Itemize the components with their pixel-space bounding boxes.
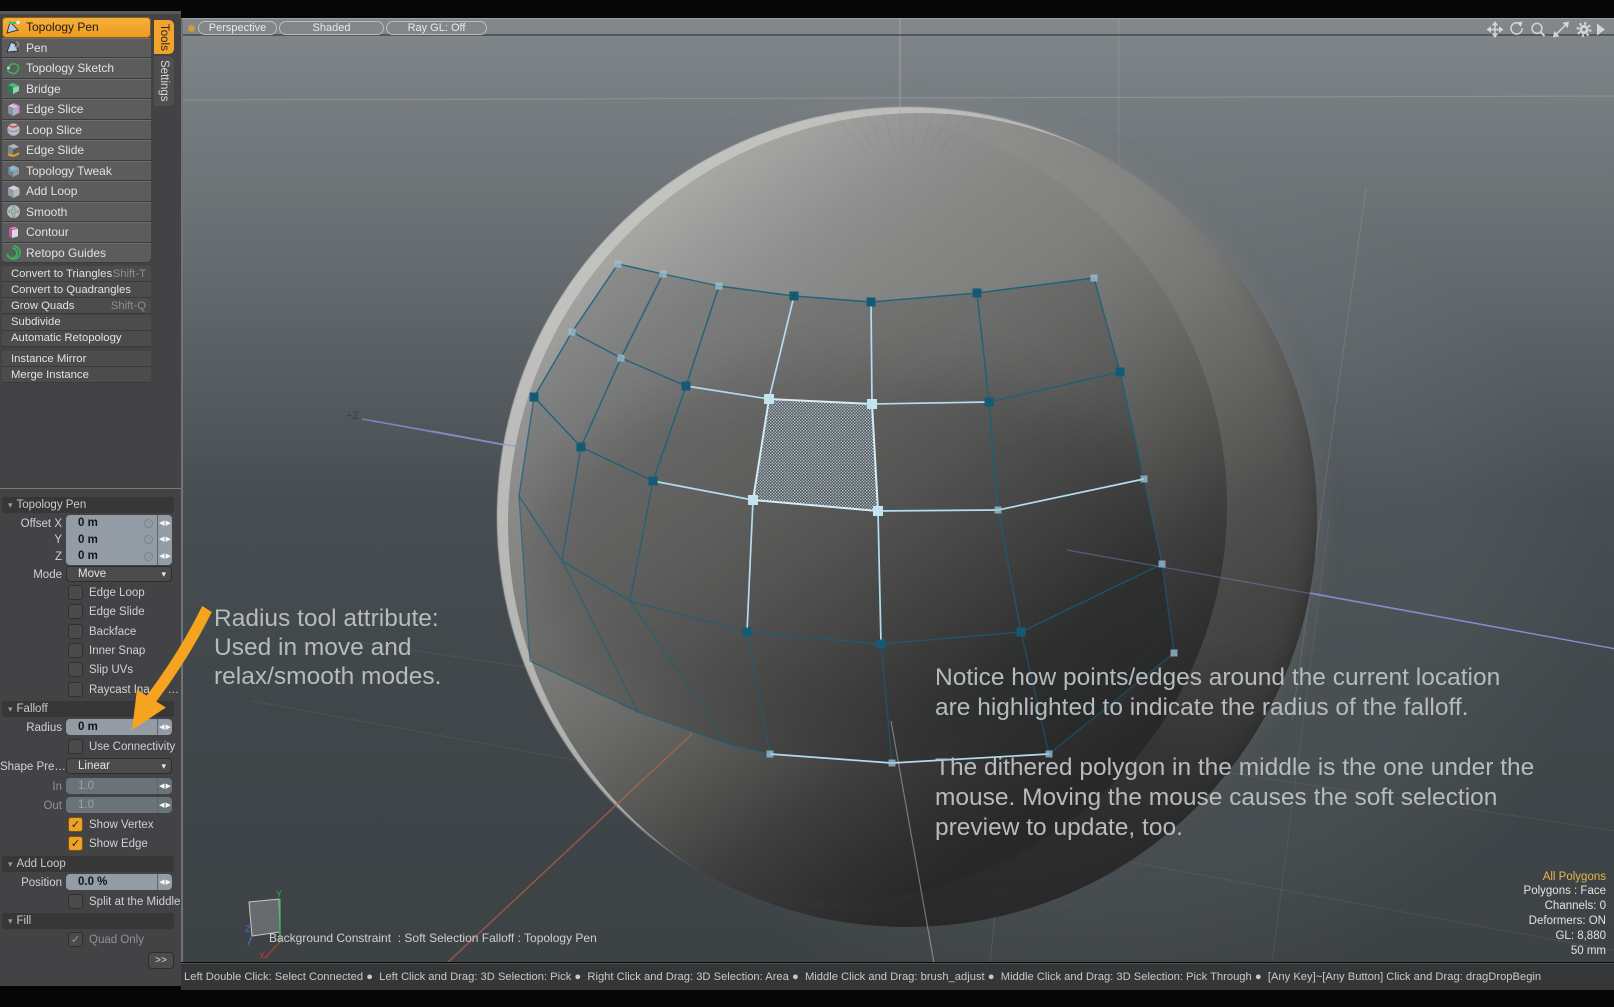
svg-text:X: X [259, 951, 265, 961]
svg-text:Z: Z [245, 924, 251, 934]
svg-text:x: x [1102, 315, 1108, 327]
svg-text:Y: Y [276, 889, 282, 899]
svg-text:+Z: +Z [346, 410, 359, 422]
